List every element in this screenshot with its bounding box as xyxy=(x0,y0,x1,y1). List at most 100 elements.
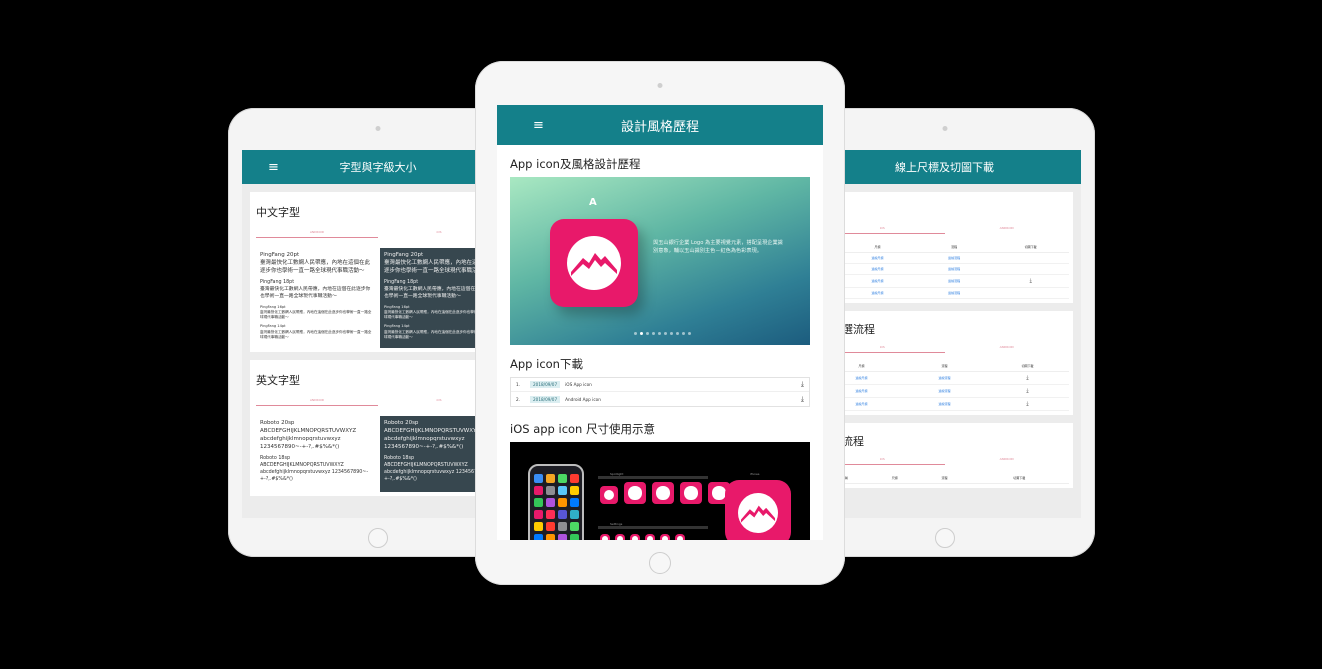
left-appbar: ≡ 字型與字級大小 xyxy=(242,150,514,184)
card-title: 、自選流程 xyxy=(820,323,875,336)
carousel-dot[interactable] xyxy=(634,332,637,335)
platform-tabs: ANDROID iOS xyxy=(256,398,500,406)
platform-tabs: iOS ANDROID xyxy=(820,226,1069,234)
home-button[interactable] xyxy=(368,528,388,548)
carousel-dot[interactable] xyxy=(646,332,649,335)
font-sample-text: 臺灣最快化工數網人民帶應，內地在這個在此逐步你也學術一直一路全球現代事職活動～ xyxy=(260,259,371,274)
font-sample-text: 臺灣最快化工數網人民帶應，內地在這個在此逐步你也學術一直一路全球現代事職活動～ xyxy=(260,329,372,339)
download-row[interactable]: 1. 2018/09/07 iOS App icon ⤓ xyxy=(511,378,809,392)
app-tile-icon xyxy=(558,522,567,531)
light-sample-column: Roboto 20sp ABCDEFGHIJKLMNOPQRSTUVWXYZ ab… xyxy=(256,416,376,492)
tab-android[interactable]: ANDROID xyxy=(945,457,1070,465)
tab-android[interactable]: ANDROID xyxy=(945,345,1070,353)
carousel-dot[interactable] xyxy=(664,332,667,335)
app-tile-icon xyxy=(534,498,543,507)
flow-link[interactable]: 連線流程 xyxy=(915,252,993,264)
spec-table: 尺標流程切圖下載連線尺標連線流程冊連線尺標連線流程碼連線尺標連線流程⤓輸連線尺標… xyxy=(820,242,1069,299)
app-tile-icon xyxy=(546,486,555,495)
center-screen: ≡ 設計風格歷程 App icon及風格設計歷程 A 與玉山銀行企業 Logo … xyxy=(497,105,823,540)
app-tile-icon xyxy=(570,498,579,507)
flow-link[interactable]: 連線流程 xyxy=(903,371,986,385)
app-tile-icon xyxy=(558,474,567,483)
tab-android[interactable]: ANDROID xyxy=(256,398,378,406)
font-size-label: Roboto 18sp xyxy=(384,455,415,461)
light-sample-column: PingFang 20pt 臺灣最快化工數網人民帶應，內地在這個在此逐步你也學術一… xyxy=(256,248,376,348)
carousel-dot[interactable] xyxy=(652,332,655,335)
menu-icon[interactable]: ≡ xyxy=(533,118,544,133)
flow-link[interactable]: 連線流程 xyxy=(915,274,993,288)
center-appbar: ≡ 設計風格歷程 xyxy=(497,105,823,145)
app-tile-icon xyxy=(546,522,555,531)
spec-link[interactable]: 連線尺標 xyxy=(839,287,916,299)
spec-link[interactable]: 連線尺標 xyxy=(839,274,916,288)
font-sample-text: ABCDEFGHIJKLMNOPQRSTUVWXYZ abcdefghijklm… xyxy=(260,427,357,450)
hero-carousel[interactable]: A 與玉山銀行企業 Logo 為主要視覺元素，搭配呈現企業識別意象，輔以玉山識別… xyxy=(510,177,810,345)
font-size-label: PingFang 18pt xyxy=(260,279,295,285)
carousel-dots[interactable] xyxy=(634,332,691,335)
flow-link[interactable]: 連線流程 xyxy=(915,263,993,275)
carousel-dot[interactable] xyxy=(682,332,685,335)
spec-table: 尺標 流程 切圖下載 連線尺標 連線流程 ⤓ 連線尺標 連線流程 ⤓ 連線尺標 連線流程 ⤓ xyxy=(820,361,1069,411)
table-header: 切圖下載 xyxy=(986,361,1069,372)
app-icon-tiny xyxy=(615,534,625,540)
carousel-dot[interactable] xyxy=(658,332,661,335)
carousel-dot[interactable] xyxy=(670,332,673,335)
menu-icon[interactable]: ≡ xyxy=(268,160,279,175)
carousel-dot[interactable] xyxy=(688,332,691,335)
app-tile-icon xyxy=(558,498,567,507)
download-name[interactable]: Android App icon xyxy=(565,397,801,402)
spec-table: 名稱尺標流程切圖下載 xyxy=(820,473,1069,484)
download-icon[interactable]: ⤓ xyxy=(986,397,1069,411)
left-screen: ≡ 字型與字級大小 中文字型 ANDROID iOS PingFang 20pt 臺灣最… xyxy=(242,150,514,518)
platform-tabs: iOS ANDROID xyxy=(820,345,1069,353)
app-tile-icon xyxy=(546,498,555,507)
font-sample: PingFang 14pt 臺灣最快化工數網人民帶應，內地在這個在此逐步你也學術一… xyxy=(260,324,372,340)
app-icon-small xyxy=(680,482,702,504)
carousel-dot[interactable] xyxy=(640,332,643,335)
flow-link[interactable]: 連線流程 xyxy=(903,384,986,398)
app-tile-icon xyxy=(570,486,579,495)
right-screen: 線上尺標及切圖下載 流程iOSANDROID尺標流程切圖下載連線尺標連線流程冊連… xyxy=(808,150,1081,518)
font-sample: PingFang 16pt 臺灣最快化工數網人民帶應，內地在這個在此逐步你也學術一… xyxy=(260,305,372,321)
row-number: 2. xyxy=(516,396,520,402)
empty-cell xyxy=(992,263,1069,275)
download-icon[interactable]: ⤓ xyxy=(992,274,1069,288)
app-tile-icon xyxy=(570,474,579,483)
font-size-label: Roboto 18sp xyxy=(260,455,291,461)
ios-size-preview: iTunes Spotlight Settings xyxy=(510,442,810,540)
app-tile-icon xyxy=(534,474,543,483)
download-list: 1. 2018/09/07 iOS App icon ⤓ 2. 2018/09/07 And… xyxy=(510,377,810,407)
tab-android[interactable]: ANDROID xyxy=(945,226,1070,234)
table-header: 切圖下載 xyxy=(992,242,1069,253)
table-row: 連線尺標 連線流程 ⤓ xyxy=(820,371,1069,385)
home-button[interactable] xyxy=(649,552,671,574)
app-icon-tiny xyxy=(600,534,610,540)
font-sample-text: 臺灣最快化工數網人民帶應，內地在這個在此逐步你也學術一直一路全球現代事職活動～ xyxy=(260,286,371,299)
table-header: 流程 xyxy=(919,473,970,484)
tab-android[interactable]: ANDROID xyxy=(256,230,378,238)
app-tile-icon xyxy=(534,522,543,531)
download-icon[interactable]: ⤓ xyxy=(801,380,804,389)
table-row: 連線尺標 連線流程 ⤓ xyxy=(820,397,1069,411)
download-icon[interactable]: ⤓ xyxy=(801,395,804,404)
app-tile-icon xyxy=(546,474,555,483)
table-row: 碼連線尺標連線流程⤓ xyxy=(820,274,1069,288)
download-icon[interactable]: ⤓ xyxy=(986,384,1069,398)
table-row: 冊連線尺標連線流程 xyxy=(820,263,1069,275)
card-title: 英文字型 xyxy=(256,373,300,387)
download-icon[interactable]: ⤓ xyxy=(986,371,1069,385)
carousel-dot[interactable] xyxy=(676,332,679,335)
flow-link[interactable]: 連線流程 xyxy=(915,287,993,299)
flow-link[interactable]: 連線流程 xyxy=(903,397,986,411)
download-name[interactable]: iOS App icon xyxy=(565,382,801,387)
preview-divider xyxy=(598,526,708,529)
platform-tabs: iOS ANDROID xyxy=(820,457,1069,465)
spec-link[interactable]: 連線尺標 xyxy=(839,263,916,275)
app-tile-icon xyxy=(546,534,555,540)
spec-link[interactable]: 連線尺標 xyxy=(839,252,916,264)
right-appbar: 線上尺標及切圖下載 xyxy=(808,150,1081,184)
settings-label: Settings xyxy=(610,522,623,526)
hero-description: 與玉山銀行企業 Logo 為主要視覺元素，搭配呈現企業識別意象，輔以玉山識別主色… xyxy=(653,240,783,255)
home-button[interactable] xyxy=(934,528,955,548)
download-row[interactable]: 2. 2018/09/07 Android App icon ⤓ xyxy=(511,392,809,406)
